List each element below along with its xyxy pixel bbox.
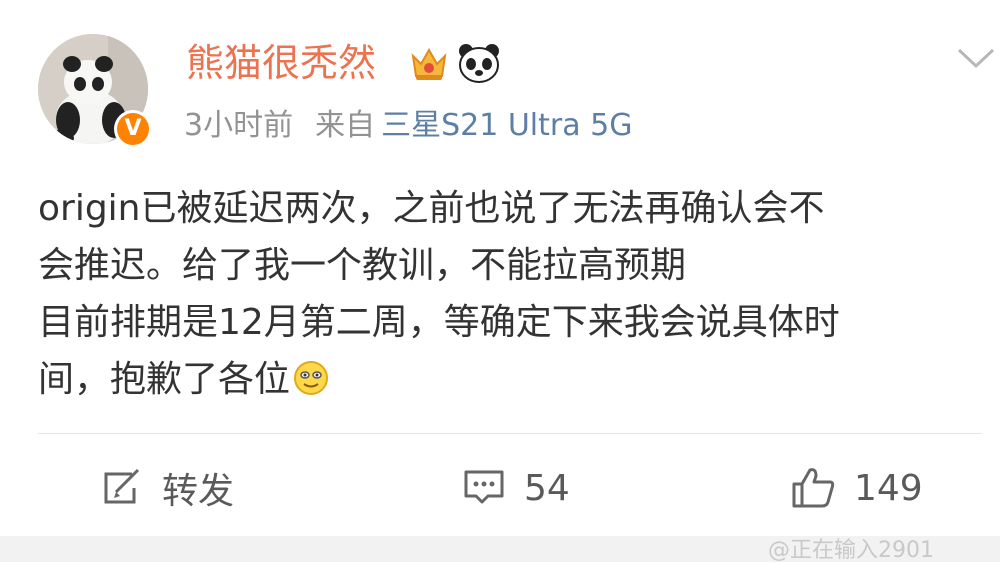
username[interactable]: 熊猫很秃然: [186, 38, 376, 88]
source-label: 来自: [315, 108, 376, 143]
watermark: @正在输入2901: [768, 538, 934, 563]
repost-button[interactable]: 转发: [100, 460, 234, 516]
post-line: 会推迟。给了我一个教训，不能拉高预期: [38, 245, 687, 286]
post-line: 间，抱歉了各位: [38, 351, 982, 414]
verified-badge: V: [114, 110, 152, 148]
crown-icon: [408, 42, 450, 88]
post-line: origin已被延迟两次，之前也说了无法再确认会不: [38, 188, 825, 229]
chevron-down-icon[interactable]: [956, 46, 996, 76]
like-icon: [792, 468, 835, 508]
like-count: 149: [854, 467, 923, 509]
repost-label: 转发: [162, 471, 235, 512]
post-time: 3小时前: [184, 108, 294, 143]
post-line: 目前排期是12月第二周，等确定下来我会说具体时: [38, 302, 840, 343]
comment-icon: [464, 470, 504, 504]
post-line-text: 间，抱歉了各位: [38, 359, 291, 400]
verified-mark: V: [117, 113, 149, 145]
device-link[interactable]: 三星S21 Ultra 5G: [381, 108, 632, 143]
like-button[interactable]: 149: [790, 460, 923, 516]
smile-emoji-icon: [292, 357, 330, 414]
panda-icon: [457, 42, 501, 88]
post-meta: 3小时前 来自 三星S21 Ultra 5G: [184, 106, 633, 146]
comment-button[interactable]: 54: [462, 460, 570, 516]
divider: [38, 433, 982, 434]
post-content: origin已被延迟两次，之前也说了无法再确认会不 会推迟。给了我一个教训，不能…: [38, 180, 982, 414]
comment-count: 54: [524, 467, 570, 509]
repost-icon: [104, 468, 140, 504]
